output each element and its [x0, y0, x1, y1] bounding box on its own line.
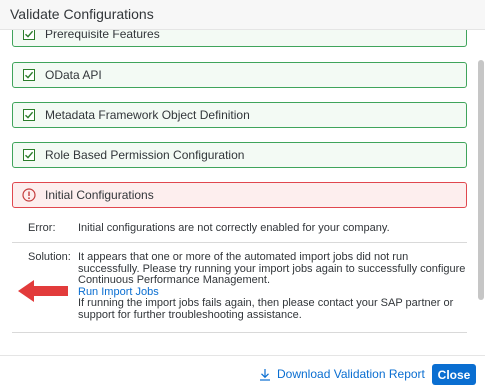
download-icon	[260, 368, 270, 381]
check-item-odata-api: OData API	[12, 62, 467, 88]
check-item-prerequisite-features: Prerequisite Features	[12, 30, 467, 47]
scrollbar[interactable]	[477, 30, 485, 355]
check-item-label: Metadata Framework Object Definition	[45, 108, 250, 122]
solution-text: It appears that one or more of the autom…	[78, 251, 466, 286]
dialog-content: Prerequisite Features OData API Metadata…	[0, 30, 476, 355]
solution-body: It appears that one or more of the autom…	[78, 251, 466, 321]
check-item-label: Initial Configurations	[45, 188, 154, 202]
error-row: Error: Initial configurations are not co…	[0, 222, 476, 237]
scrollbar-thumb[interactable]	[478, 60, 484, 300]
checkbox-checked-icon	[23, 30, 35, 40]
divider	[12, 332, 467, 333]
close-button[interactable]: Close	[432, 364, 476, 385]
dialog-title: Validate Configurations	[10, 6, 154, 22]
check-item-label: OData API	[45, 68, 102, 82]
solution-followup: If running the import jobs fails again, …	[78, 297, 454, 321]
check-item-label: Role Based Permission Configuration	[45, 148, 245, 162]
solution-key: Solution:	[28, 251, 71, 263]
error-text: Initial configurations are not correctly…	[78, 222, 390, 234]
checkbox-checked-icon	[23, 149, 35, 161]
dialog-header: Validate Configurations	[0, 0, 485, 30]
divider	[12, 242, 467, 243]
check-item-initial-configurations: Initial Configurations	[12, 182, 467, 208]
dialog-footer: Download Validation Report Close	[0, 355, 485, 390]
download-label: Download Validation Report	[277, 367, 425, 381]
checkbox-checked-icon	[23, 109, 35, 121]
check-item-role-based-permission: Role Based Permission Configuration	[12, 142, 467, 168]
error-circle-icon	[22, 188, 36, 202]
red-arrow-icon	[18, 280, 68, 302]
check-item-metadata-framework: Metadata Framework Object Definition	[12, 102, 467, 128]
download-validation-report-button[interactable]: Download Validation Report	[259, 366, 425, 382]
check-item-label: Prerequisite Features	[45, 30, 160, 41]
error-key: Error:	[28, 222, 56, 234]
checkbox-checked-icon	[23, 69, 35, 81]
